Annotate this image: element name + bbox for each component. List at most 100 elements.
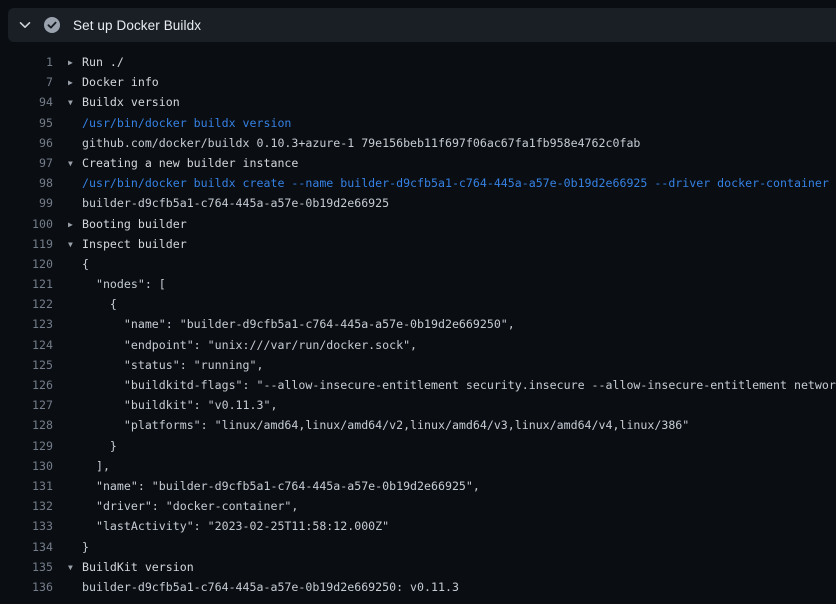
line-number[interactable]: 125 bbox=[0, 355, 53, 375]
line-number[interactable]: 130 bbox=[0, 456, 53, 476]
line-number[interactable]: 121 bbox=[0, 274, 53, 294]
log-line: 120{ bbox=[0, 254, 836, 274]
log-group-label[interactable]: Inspect builder bbox=[82, 234, 836, 254]
gutter bbox=[53, 395, 82, 415]
log-line[interactable]: 94 ▼ Buildx version bbox=[0, 92, 836, 112]
line-number[interactable]: 126 bbox=[0, 375, 53, 395]
log-output-text: "buildkitd-flags": "--allow-insecure-ent… bbox=[82, 375, 836, 395]
gutter bbox=[53, 375, 82, 395]
log-line[interactable]: 100 ▶ Booting builder bbox=[0, 214, 836, 234]
gutter bbox=[53, 294, 82, 314]
log-line: 130 ], bbox=[0, 456, 836, 476]
line-number[interactable]: 96 bbox=[0, 133, 53, 153]
chevron-right-icon[interactable]: ▶ bbox=[68, 215, 73, 235]
line-number[interactable]: 97 bbox=[0, 153, 53, 173]
line-number[interactable]: 127 bbox=[0, 395, 53, 415]
step-title: Set up Docker Buildx bbox=[73, 18, 201, 33]
log-line[interactable]: 135 ▼ BuildKit version bbox=[0, 557, 836, 577]
log-lines: 1 ▶ Run ./ 7 ▶ Docker info 94 ▼ Buildx version 95… bbox=[0, 52, 836, 597]
gutter bbox=[53, 537, 82, 557]
chevron-down-icon[interactable]: ▼ bbox=[68, 558, 73, 578]
log-group-label[interactable]: Buildx version bbox=[82, 92, 836, 112]
log-line: 129 } bbox=[0, 436, 836, 456]
chevron-right-icon[interactable]: ▶ bbox=[68, 73, 73, 93]
gutter bbox=[53, 133, 82, 153]
log-output-text: "status": "running", bbox=[82, 355, 836, 375]
line-number[interactable]: 129 bbox=[0, 436, 53, 456]
chevron-right-icon[interactable]: ▶ bbox=[68, 53, 73, 73]
line-number[interactable]: 131 bbox=[0, 476, 53, 496]
gutter: ▼ bbox=[53, 92, 82, 112]
check-circle-icon bbox=[44, 17, 60, 33]
log-line: 123 "name": "builder-d9cfb5a1-c764-445a-… bbox=[0, 314, 836, 334]
log-line: 99builder-d9cfb5a1-c764-445a-a57e-0b19d2… bbox=[0, 193, 836, 213]
line-number[interactable]: 122 bbox=[0, 294, 53, 314]
line-number[interactable]: 133 bbox=[0, 516, 53, 536]
log-line: 134} bbox=[0, 537, 836, 557]
log-line[interactable]: 97 ▼ Creating a new builder instance bbox=[0, 153, 836, 173]
line-number[interactable]: 99 bbox=[0, 193, 53, 213]
gutter bbox=[53, 355, 82, 375]
gutter: ▶ bbox=[53, 72, 82, 92]
chevron-down-icon[interactable]: ▼ bbox=[68, 93, 73, 113]
line-number[interactable]: 7 bbox=[0, 72, 53, 92]
log-output-text: "lastActivity": "2023-02-25T11:58:12.000… bbox=[82, 516, 836, 536]
gutter: ▶ bbox=[53, 52, 82, 72]
line-number[interactable]: 95 bbox=[0, 113, 53, 133]
log-output-text: ], bbox=[82, 456, 836, 476]
log-line: 132 "driver": "docker-container", bbox=[0, 496, 836, 516]
log-command-text: /usr/bin/docker buildx create --name bui… bbox=[82, 173, 836, 193]
log-output-text: } bbox=[82, 537, 836, 557]
log-line: 121 "nodes": [ bbox=[0, 274, 836, 294]
log-output-text: builder-d9cfb5a1-c764-445a-a57e-0b19d2e6… bbox=[82, 577, 836, 597]
line-number[interactable]: 132 bbox=[0, 496, 53, 516]
line-number[interactable]: 123 bbox=[0, 314, 53, 334]
log-command-text: /usr/bin/docker buildx version bbox=[82, 113, 836, 133]
log-line[interactable]: 1 ▶ Run ./ bbox=[0, 52, 836, 72]
log-group-label[interactable]: Docker info bbox=[82, 72, 836, 92]
log-output-text: } bbox=[82, 436, 836, 456]
line-number[interactable]: 1 bbox=[0, 52, 53, 72]
line-number[interactable]: 135 bbox=[0, 557, 53, 577]
line-number[interactable]: 136 bbox=[0, 577, 53, 597]
step-header[interactable]: Set up Docker Buildx bbox=[8, 8, 836, 42]
log-line: 124 "endpoint": "unix:///var/run/docker.… bbox=[0, 335, 836, 355]
line-number[interactable]: 94 bbox=[0, 92, 53, 112]
log-group-label[interactable]: Booting builder bbox=[82, 214, 836, 234]
line-number[interactable]: 124 bbox=[0, 335, 53, 355]
log-group-label[interactable]: BuildKit version bbox=[82, 557, 836, 577]
log-line: 125 "status": "running", bbox=[0, 355, 836, 375]
gutter: ▼ bbox=[53, 234, 82, 254]
gutter bbox=[53, 496, 82, 516]
line-number[interactable]: 119 bbox=[0, 234, 53, 254]
chevron-down-icon[interactable]: ▼ bbox=[68, 154, 73, 174]
line-number[interactable]: 128 bbox=[0, 415, 53, 435]
log-output-text: "nodes": [ bbox=[82, 274, 836, 294]
log-output-text: "buildkit": "v0.11.3", bbox=[82, 395, 836, 415]
log-group-label[interactable]: Run ./ bbox=[82, 52, 836, 72]
gutter bbox=[53, 436, 82, 456]
log-line[interactable]: 7 ▶ Docker info bbox=[0, 72, 836, 92]
line-number[interactable]: 98 bbox=[0, 173, 53, 193]
log-line: 122 { bbox=[0, 294, 836, 314]
gutter bbox=[53, 476, 82, 496]
line-number[interactable]: 100 bbox=[0, 214, 53, 234]
log-output-text: "endpoint": "unix:///var/run/docker.sock… bbox=[82, 335, 836, 355]
log-output-text: github.com/docker/buildx 0.10.3+azure-1 … bbox=[82, 133, 836, 153]
log-group-label[interactable]: Creating a new builder instance bbox=[82, 153, 836, 173]
log-output-text: { bbox=[82, 294, 836, 314]
log-output-text: "name": "builder-d9cfb5a1-c764-445a-a57e… bbox=[82, 476, 836, 496]
log-line: 131 "name": "builder-d9cfb5a1-c764-445a-… bbox=[0, 476, 836, 496]
chevron-down-icon[interactable]: ▼ bbox=[68, 235, 73, 255]
log-line[interactable]: 119 ▼ Inspect builder bbox=[0, 234, 836, 254]
gutter bbox=[53, 274, 82, 294]
actions-log-viewer: Set up Docker Buildx 1 ▶ Run ./ 7 ▶ Docker in… bbox=[0, 0, 836, 604]
gutter bbox=[53, 193, 82, 213]
gutter bbox=[53, 415, 82, 435]
log-line: 128 "platforms": "linux/amd64,linux/amd6… bbox=[0, 415, 836, 435]
chevron-down-icon[interactable] bbox=[18, 18, 32, 32]
log-output-text: "platforms": "linux/amd64,linux/amd64/v2… bbox=[82, 415, 836, 435]
line-number[interactable]: 134 bbox=[0, 537, 53, 557]
log-line: 96 github.com/docker/buildx 0.10.3+azure-… bbox=[0, 133, 836, 153]
line-number[interactable]: 120 bbox=[0, 254, 53, 274]
